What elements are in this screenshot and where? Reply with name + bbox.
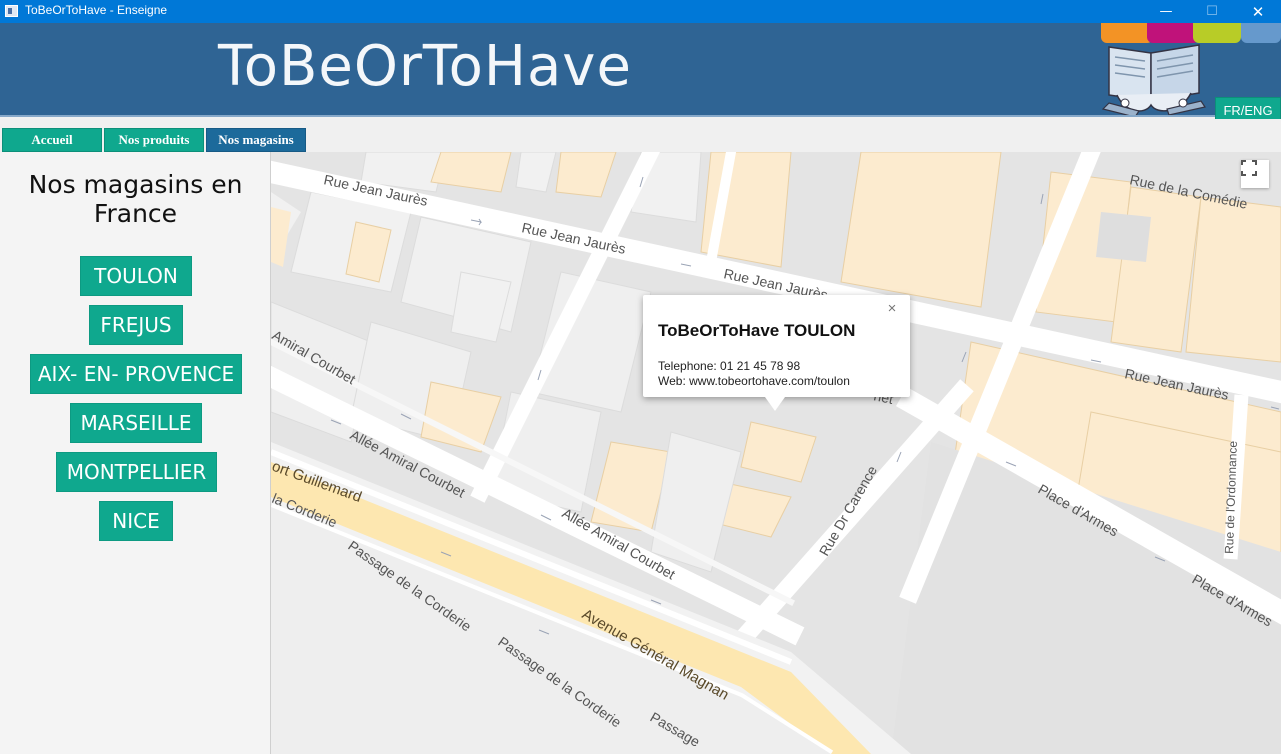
tab-accueil[interactable]: Accueil [2,128,102,152]
store-sidebar: Nos magasins en France TOULON FREJUS AIX… [0,152,271,754]
map-canvas[interactable]: Rue Jean Jaurès Rue Jean Jaurès Rue Jean… [271,152,1281,754]
store-map[interactable]: Rue Jean Jaurès Rue Jean Jaurès Rue Jean… [271,152,1281,754]
window-titlebar: ToBeOrToHave - Enseigne — ☐ ✕ [0,0,1281,23]
city-button-frejus[interactable]: FREJUS [89,305,183,345]
book-strips-decoration [1101,23,1281,43]
strip-orange [1101,23,1153,43]
city-button-aix-en-provence[interactable]: AIX- EN- PROVENCE [30,354,242,394]
sidebar-title: Nos magasins en France [28,170,243,228]
tab-nos-magasins[interactable]: Nos magasins [206,128,306,152]
tab-bar: Accueil Nos produits Nos magasins [0,119,1281,152]
city-button-montpellier[interactable]: MONTPELLIER [56,452,217,492]
strip-lime [1193,23,1241,43]
city-button-nice[interactable]: NICE [99,501,173,541]
tab-nos-produits[interactable]: Nos produits [104,128,204,152]
site-title: ToBeOrToHave [218,34,632,99]
store-website: Web: www.tobeortohave.com/toulon [658,374,850,388]
city-button-marseille[interactable]: MARSEILLE [70,403,202,443]
close-window-button[interactable]: ✕ [1235,0,1281,23]
maximize-button[interactable]: ☐ [1189,0,1235,23]
reader-logo-icon [1101,44,1206,115]
store-info-window: × ToBeOrToHave TOULON Telephone: 01 21 4… [643,295,910,411]
window-title: ToBeOrToHave - Enseigne [25,3,168,17]
store-name: ToBeOrToHave TOULON [658,321,856,340]
strip-blue [1241,23,1281,43]
header-banner: ToBeOrToHave [0,23,1281,117]
app-icon [5,5,18,17]
fullscreen-icon [1241,160,1257,176]
city-button-toulon[interactable]: TOULON [80,256,192,296]
fullscreen-button[interactable] [1241,160,1269,188]
minimize-button[interactable]: — [1143,0,1189,23]
info-close-icon[interactable]: × [884,301,900,317]
strip-magenta [1147,23,1199,43]
store-telephone: Telephone: 01 21 45 78 98 [658,359,801,373]
